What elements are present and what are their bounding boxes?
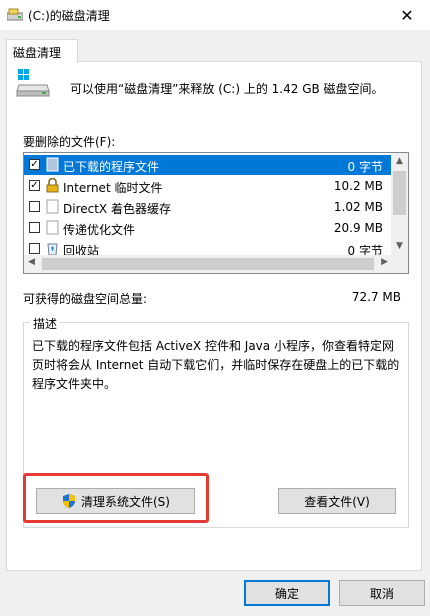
highlight-box bbox=[23, 473, 209, 523]
checkbox[interactable]: ✓ bbox=[29, 159, 40, 170]
space-gain-label: 可获得的磁盘空间总量: bbox=[23, 292, 148, 306]
close-icon: ✕ bbox=[400, 5, 414, 25]
view-files-label: 查看文件(V) bbox=[304, 494, 370, 509]
files-listbox[interactable]: ✓ 已下载的程序文件 0 字节 ✓ Internet 临时文件 10.2 MB … bbox=[23, 152, 409, 274]
lock-icon bbox=[46, 178, 59, 193]
scroll-thumb[interactable] bbox=[393, 171, 406, 215]
file-name: Internet 临时文件 bbox=[63, 181, 163, 195]
file-name: DirectX 着色器缓存 bbox=[63, 202, 171, 216]
blank-icon bbox=[46, 199, 59, 214]
checkbox[interactable] bbox=[29, 243, 40, 254]
scroll-left-icon[interactable]: ◀ bbox=[28, 257, 35, 267]
list-item[interactable]: ✓ 已下载的程序文件 0 字节 bbox=[24, 155, 391, 175]
file-name: 已下载的程序文件 bbox=[63, 160, 160, 174]
checkbox[interactable]: ✓ bbox=[29, 180, 40, 191]
files-to-delete-label: 要删除的文件(F): bbox=[23, 135, 116, 149]
cancel-label: 取消 bbox=[369, 586, 394, 601]
checkbox[interactable] bbox=[29, 201, 40, 212]
recycle-bin-icon bbox=[47, 243, 58, 256]
info-text: 可以使用“磁盘清理”来释放 (C:) 上的 1.42 GB 磁盘空间。 bbox=[70, 82, 384, 96]
file-size: 1.02 MB bbox=[333, 200, 383, 214]
folder-icon bbox=[46, 157, 59, 172]
file-size: 20.9 MB bbox=[333, 221, 383, 235]
disk-cleanup-icon bbox=[7, 8, 23, 21]
file-size: 0 字节 bbox=[347, 160, 383, 174]
tab-label: 磁盘清理 bbox=[13, 46, 62, 60]
scroll-up-icon[interactable]: ▲ bbox=[391, 156, 408, 166]
file-name: 传递优化文件 bbox=[63, 223, 136, 237]
drive-icon bbox=[16, 69, 50, 97]
cancel-button[interactable]: 取消 bbox=[339, 580, 425, 606]
description-legend: 描述 bbox=[30, 315, 61, 332]
view-files-button[interactable]: 查看文件(V) bbox=[278, 488, 396, 514]
close-button[interactable]: ✕ bbox=[384, 0, 430, 30]
list-item[interactable]: 传递优化文件 20.9 MB bbox=[24, 218, 391, 238]
list-item[interactable]: ✓ Internet 临时文件 10.2 MB bbox=[24, 176, 391, 196]
list-item[interactable]: DirectX 着色器缓存 1.02 MB bbox=[24, 197, 391, 217]
scroll-thumb[interactable] bbox=[42, 258, 374, 270]
vertical-scrollbar[interactable]: ▲ ▼ bbox=[391, 153, 408, 256]
tab-disk-cleanup[interactable]: 磁盘清理 bbox=[6, 39, 78, 63]
checkbox[interactable] bbox=[29, 222, 40, 233]
title-bar: (C:)的磁盘清理 ✕ bbox=[0, 0, 430, 30]
scroll-down-icon[interactable]: ▼ bbox=[391, 241, 408, 251]
blank-icon bbox=[46, 220, 59, 235]
horizontal-scrollbar[interactable]: ◀ ▶ bbox=[24, 255, 408, 273]
file-size: 10.2 MB bbox=[333, 179, 383, 193]
ok-button[interactable]: 确定 bbox=[244, 580, 330, 606]
ok-label: 确定 bbox=[274, 586, 299, 601]
space-gain-value: 72.7 MB bbox=[351, 290, 401, 304]
scroll-right-icon[interactable]: ▶ bbox=[381, 257, 388, 267]
window-title: (C:)的磁盘清理 bbox=[28, 9, 110, 23]
description-text: 已下载的程序文件包括 ActiveX 控件和 Java 小程序，你查看特定网页时… bbox=[32, 339, 400, 391]
